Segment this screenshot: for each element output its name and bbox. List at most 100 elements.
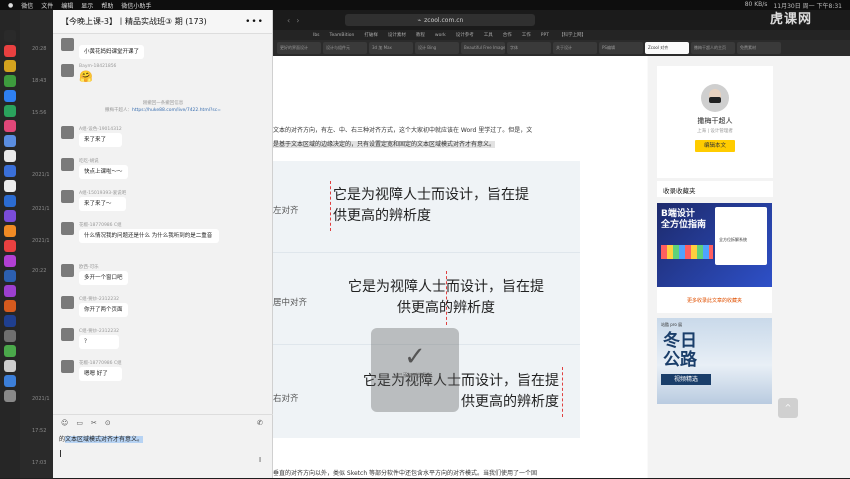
app-icon[interactable] [4,285,16,297]
browser-tab[interactable]: 字体 [507,42,551,54]
author-name[interactable]: 撒梅干超人 [657,116,773,126]
shared-link[interactable]: https://huke88.com/live/7422.html?sc= [132,108,221,113]
avatar[interactable] [61,296,74,309]
app-icon[interactable] [4,180,16,192]
browser-tab[interactable]: 关于设计 [553,42,597,54]
browser-tab[interactable]: Beautiful Free Images [461,42,505,54]
app-icon[interactable] [4,345,16,357]
more-icon[interactable]: ••• [245,17,264,27]
bookmark[interactable]: 打破样 [364,32,378,38]
app-icon[interactable] [4,75,16,87]
app-icon[interactable] [4,270,16,282]
message-bubble[interactable]: 嗯嗯 好了 [79,367,122,381]
avatar[interactable] [61,328,74,341]
app-icon[interactable] [4,165,16,177]
bookmark[interactable]: 工具 [484,32,493,38]
app-icon[interactable] [4,195,16,207]
sidebar: 撒梅干超人 上海 | 设计管理者 编辑本文 收录收藏夹 B端设计 全方位指南 全方… [648,56,850,478]
menu-assistant[interactable]: 微信小助手 [121,1,151,10]
message-input[interactable]: 的文本区域模式对齐才有意义。 [59,434,144,443]
bookmark[interactable]: work [435,33,446,38]
app-icon[interactable] [4,120,16,132]
app-icon[interactable] [4,90,16,102]
scissors-icon[interactable]: ✂ [91,419,97,427]
app-icon[interactable] [4,255,16,267]
back-icon[interactable]: ‹ [287,16,290,25]
menu-wechat[interactable]: 微信 [21,1,33,10]
avatar[interactable] [61,264,74,277]
chat-list-time: 17:03 [32,460,47,466]
avatar[interactable] [61,64,74,77]
app-icon[interactable] [4,210,16,222]
avatar[interactable] [61,190,74,203]
app-icon[interactable] [4,135,16,147]
menu-file[interactable]: 文件 [41,1,53,10]
back-to-top-button[interactable]: ^ [778,398,798,418]
apple-icon[interactable]: ● [8,2,13,9]
bookmark[interactable]: 设计素材 [388,32,406,38]
bookmark[interactable]: 工作 [522,32,531,38]
sender-name: A组-设色-19014312 [79,127,122,132]
message-bubble[interactable]: 快点上课啦～～ [79,165,128,179]
bookmark[interactable]: Ibs [313,33,320,38]
avatar[interactable] [61,158,74,171]
app-icon[interactable] [4,300,16,312]
browser-tab[interactable]: 免费素材 [737,42,781,54]
menu-edit[interactable]: 编辑 [61,1,73,10]
avatar[interactable] [61,222,74,235]
sender-name: C组-要炒-2312232 [79,297,119,302]
app-icon[interactable] [4,390,16,402]
browser-tab[interactable]: PS编辑 [599,42,643,54]
browser-tab-active[interactable]: Zcool 对齐 [645,42,689,54]
emoji-icon[interactable]: ☺ [61,419,68,427]
app-icon[interactable] [4,240,16,252]
browser-tab[interactable]: 设计 Bing [415,42,459,54]
bookmark[interactable]: 教程 [416,32,425,38]
app-icon[interactable] [4,105,16,117]
message-bubble[interactable]: 来了来了 [79,133,122,147]
app-icon[interactable] [4,315,16,327]
sender-name: A组-15019393-爱说吧 [79,191,127,196]
browser-tab[interactable]: 设计与组件元 [323,42,367,54]
bookmark[interactable]: PPT [541,33,549,38]
message-bubble[interactable]: 什么情况我的问题还是什么 为什么我听到的是二重音 [79,229,219,243]
message-bubble[interactable]: 你开了两个页面 [79,303,128,317]
edit-article-button[interactable]: 编辑本文 [695,140,735,152]
folder-icon[interactable]: ▭ [76,419,83,427]
message-bubble[interactable]: 小黄花妈妈课堂开课了 [79,45,145,59]
author-avatar[interactable] [701,84,729,112]
more-folders-link[interactable]: 更多收录此文章的收藏夹 [657,287,772,313]
phone-icon[interactable]: ✆ [257,419,273,427]
browser-tab[interactable]: 3d 加 Max [369,42,413,54]
message-bubble[interactable]: ？ [79,335,119,349]
bookmark[interactable]: TeamBition [330,33,355,38]
avatar[interactable] [61,360,74,373]
app-icon[interactable] [4,360,16,372]
ad-banner-winter-road[interactable]: 站酷 pro 展 冬日 公路 视频精选 [657,318,772,404]
app-icon[interactable] [4,330,16,342]
app-icon[interactable] [4,375,16,387]
bookmark[interactable]: 【科学上网】 [559,32,586,38]
app-icon[interactable] [4,150,16,162]
app-icon[interactable] [4,60,16,72]
bookmark[interactable]: 合作 [503,32,512,38]
forward-icon[interactable]: › [296,16,299,25]
folders-title: 收录收藏夹 [657,181,773,197]
avatar[interactable] [61,38,74,51]
app-icon[interactable] [4,45,16,57]
ad-banner-b-design[interactable]: B端设计 全方位指南 全方位拆解系统 [657,203,772,287]
message-bubble[interactable]: 来了来了～ [79,197,127,211]
message-bubble[interactable]: 多开一个窗口吧 [79,271,128,285]
browser-tab[interactable]: 撒梅干超人的主页 [691,42,735,54]
bookmark[interactable]: 设计参考 [456,32,474,38]
menu-help[interactable]: 帮助 [101,1,113,10]
emoji-sticker-icon[interactable]: 🤗 [79,71,116,83]
browser-tab[interactable]: 更好的界面设计 [277,42,321,54]
sender-name: 花椒-18770986 C组 [79,223,122,228]
app-icon[interactable] [4,30,16,42]
menu-view[interactable]: 显示 [81,1,93,10]
address-bar[interactable]: ⌁ zcool.com.cn [345,14,536,26]
app-icon[interactable] [4,225,16,237]
chat-bubble-icon[interactable]: ⊙ [105,419,111,427]
avatar[interactable] [61,126,74,139]
